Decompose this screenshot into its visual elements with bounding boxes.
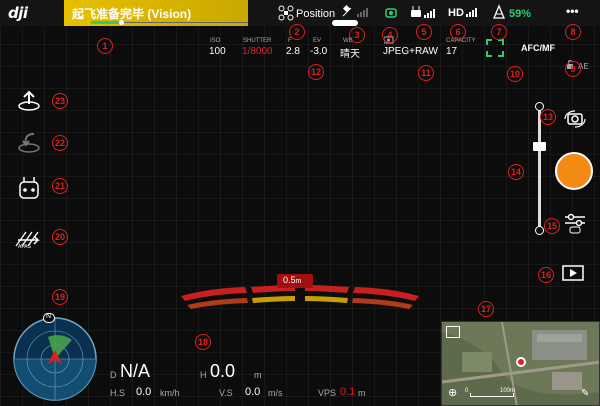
annotation-marker-1: 1	[97, 38, 113, 54]
mini-map[interactable]: ✎ ⊕ 0 100m	[441, 321, 600, 406]
annotation-marker-7: 7	[491, 24, 507, 40]
aperture-value[interactable]: 2.8	[286, 46, 300, 57]
compass-north-label: N	[46, 313, 52, 320]
distance-value: N/A	[120, 361, 151, 381]
progress-fill	[86, 21, 122, 24]
map-layers-icon[interactable]	[446, 326, 460, 338]
annotation-marker-8: 8	[565, 24, 581, 40]
map-scale-start: 0	[465, 388, 469, 394]
height-value: 0.0	[210, 361, 236, 381]
height-label: H	[200, 370, 207, 380]
annotation-marker-16: 16	[538, 267, 554, 283]
annotation-marker-10: 10	[507, 66, 523, 82]
battery-percentage[interactable]: 59%	[509, 8, 531, 20]
status-progress	[86, 20, 248, 25]
hspeed-unit: km/h	[160, 388, 180, 398]
vspeed-label: V.S	[219, 388, 233, 398]
ev-label: EV	[313, 38, 322, 44]
vspeed-value: 0.0	[245, 386, 261, 398]
iso-value[interactable]: 100	[209, 46, 226, 57]
annotation-marker-2: 2	[289, 24, 305, 40]
takeoff-icon[interactable]	[14, 88, 44, 112]
iso-label: ISO	[210, 38, 221, 44]
compass-radar[interactable]	[10, 314, 100, 404]
annotation-marker-5: 5	[416, 24, 432, 40]
shutter-label: SHUTTER	[243, 38, 272, 44]
video-link-label[interactable]: HD	[448, 7, 464, 19]
annotation-marker-18: 18	[195, 334, 211, 350]
annotation-marker-21: 21	[52, 178, 68, 194]
aperture-label: F	[288, 38, 292, 44]
vps-unit: m	[358, 388, 366, 398]
wb-value[interactable]: 晴天	[340, 45, 360, 60]
ev-value[interactable]: -3.0	[310, 46, 327, 57]
height-unit: m	[254, 370, 262, 380]
annotation-marker-19: 19	[52, 289, 68, 305]
obstacle-distance: 0.5m	[283, 275, 301, 285]
annotation-marker-14: 14	[508, 164, 524, 180]
map-scale-label: 100m	[500, 388, 516, 394]
focus-mode[interactable]: AFC/MF	[521, 43, 555, 53]
dji-logo[interactable]: dji	[8, 4, 28, 22]
distance-label: D	[110, 370, 117, 380]
vps-value: 0.1	[340, 386, 356, 398]
annotation-marker-17: 17	[478, 301, 494, 317]
annotation-marker-12: 12	[308, 64, 324, 80]
obstacle-distance-value: 0.5	[283, 275, 296, 285]
vspeed-unit: m/s	[268, 388, 283, 398]
more-menu-button[interactable]: •••	[566, 4, 579, 18]
photo-format[interactable]: JPEG+RAW	[383, 46, 438, 57]
shutter-value[interactable]: 1/8000	[242, 46, 273, 57]
slider-thumb[interactable]	[533, 142, 546, 151]
return-home-icon[interactable]	[14, 130, 44, 154]
focus-frame-icon[interactable]	[486, 39, 504, 57]
capacity-value: 17	[446, 46, 458, 57]
camera-settings-icon[interactable]	[563, 212, 587, 234]
video-signal-icon	[466, 8, 477, 17]
annotation-marker-3: 3	[349, 27, 365, 43]
playback-icon[interactable]	[561, 264, 585, 282]
battery-icon[interactable]	[492, 4, 506, 20]
drone-icon[interactable]	[278, 5, 294, 21]
obstacle-distance-unit: m	[295, 278, 302, 285]
progress-dot	[119, 20, 124, 25]
annotation-marker-9: 9	[565, 61, 581, 77]
map-erase-icon[interactable]: ✎	[581, 388, 593, 400]
gps-strength-pill	[332, 20, 358, 26]
annotation-marker-11: 11	[418, 65, 434, 81]
vision-system-icon[interactable]	[384, 6, 398, 20]
gimbal-slider-track[interactable]	[538, 104, 541, 230]
annotation-marker-22: 22	[52, 135, 68, 151]
remote-signal-icon[interactable]	[410, 5, 440, 19]
flight-mode[interactable]: Position	[296, 8, 335, 20]
shutter-button[interactable]	[555, 152, 593, 190]
hspeed-value: 0.0	[136, 386, 152, 398]
camera-switch-icon[interactable]	[563, 110, 587, 128]
progress-start-dot	[86, 20, 91, 25]
annotation-marker-6: 6	[450, 24, 466, 40]
map-zoom-icon[interactable]: ⊕	[448, 386, 460, 399]
vps-label: VPS	[318, 388, 337, 398]
annotation-marker-20: 20	[52, 229, 68, 245]
apas-label: APAS	[18, 244, 31, 250]
satellite-signal-icon[interactable]	[342, 4, 372, 18]
remote-controller-icon[interactable]	[14, 176, 44, 200]
slider-bottom-handle[interactable]	[535, 226, 544, 235]
aircraft-location-marker	[516, 357, 526, 367]
hspeed-label: H.S	[110, 388, 126, 398]
annotation-marker-13: 13	[540, 109, 556, 125]
annotation-marker-4: 4	[382, 27, 398, 43]
annotation-marker-15: 15	[544, 218, 560, 234]
annotation-marker-23: 23	[52, 93, 68, 109]
